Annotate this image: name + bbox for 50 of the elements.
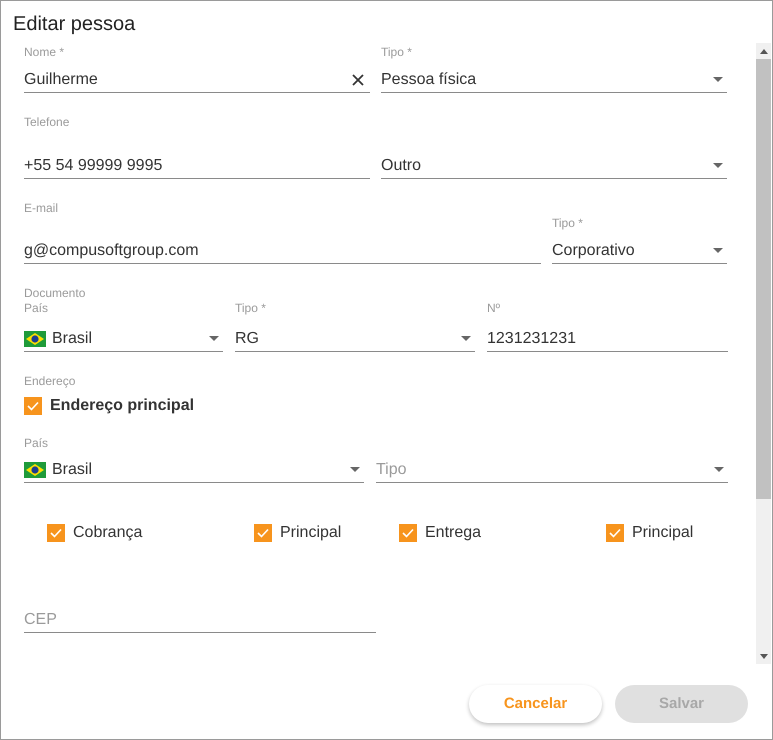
dropdown-caret-icon[interactable] [714, 467, 724, 472]
checkbox-label: Principal [280, 523, 342, 543]
dropdown-caret-icon[interactable] [209, 336, 219, 341]
clear-icon[interactable] [352, 74, 364, 86]
checkbox[interactable] [254, 524, 272, 542]
field-label: Tipo * [235, 301, 267, 315]
field-label: Tipo * [381, 45, 413, 59]
brazil-flag-icon [24, 330, 46, 346]
checkbox-label: Endereço principal [50, 396, 194, 416]
scrollbar[interactable] [756, 43, 771, 664]
dropdown-field[interactable]: Outro [381, 153, 727, 179]
dropdown-field[interactable]: Brasil [24, 326, 223, 352]
dropdown-field[interactable]: Pessoa física [381, 67, 727, 93]
section-heading: Documento [24, 286, 86, 300]
dropdown-field[interactable]: Brasil [24, 457, 364, 483]
dropdown-caret-icon[interactable] [461, 336, 471, 341]
checkbox[interactable] [399, 524, 417, 542]
brazil-flag-icon [24, 462, 46, 478]
field-label: País [24, 436, 50, 450]
field-label: Telefone [24, 115, 70, 129]
dropdown-field[interactable]: Corporativo [552, 238, 727, 264]
dropdown-caret-icon[interactable] [350, 467, 360, 472]
check-icon [609, 528, 621, 538]
checkbox-label: Cobrança [73, 523, 142, 543]
dropdown-caret-icon[interactable] [713, 163, 723, 168]
checkbox-label: Entrega [425, 523, 482, 543]
field-label: Nº [487, 301, 502, 315]
field-label: País [24, 301, 50, 315]
check-icon [402, 528, 414, 538]
dropdown-caret-icon[interactable] [713, 248, 723, 253]
input-field[interactable]: Guilherme [24, 67, 370, 93]
checkbox[interactable] [606, 524, 624, 542]
checkbox[interactable] [47, 524, 65, 542]
field-label: Tipo * [552, 216, 584, 230]
field-label: Nome * [24, 45, 66, 59]
check-icon [50, 528, 62, 538]
dropdown-caret-icon[interactable] [713, 77, 723, 82]
field-label: E-mail [24, 201, 60, 215]
dropdown-field[interactable]: RG [235, 326, 475, 352]
input-field[interactable]: +55 54 99999 9995 [24, 153, 370, 179]
input-field[interactable]: g@compusoftgroup.com [24, 238, 541, 264]
check-icon [257, 528, 269, 538]
input-field[interactable]: 1231231231 [487, 326, 728, 352]
dialog-title: Editar pessoa [13, 12, 136, 36]
scroll-up-icon[interactable] [760, 48, 768, 54]
checkbox[interactable] [24, 397, 42, 415]
scroll-down-icon[interactable] [760, 654, 768, 658]
check-icon [27, 401, 39, 411]
checkbox-label: Principal [632, 523, 694, 543]
section-heading: Endereço [24, 374, 76, 388]
